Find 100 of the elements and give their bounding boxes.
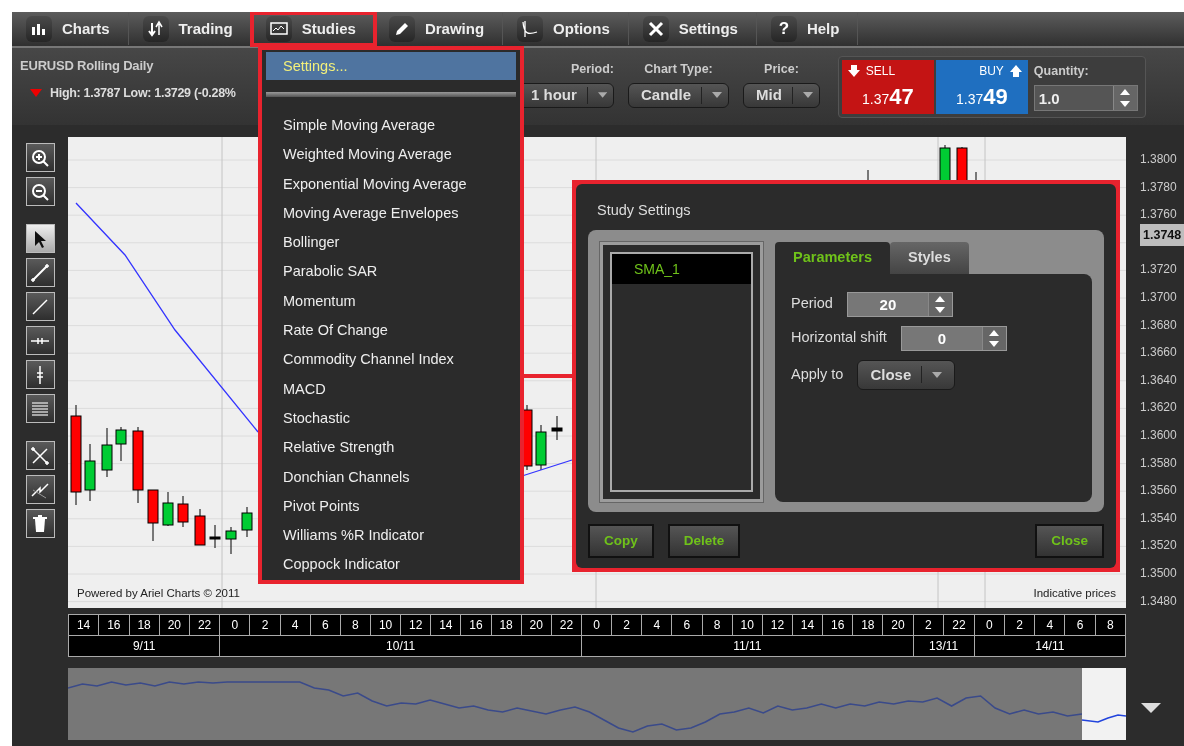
toolbar-tab[interactable]: ? Help bbox=[756, 13, 859, 45]
axis-label: 1.3660 bbox=[1139, 344, 1178, 362]
menu-item[interactable]: Coppock Indicator bbox=[266, 550, 516, 580]
hour-label: 16 bbox=[461, 615, 492, 635]
number-spinner[interactable]: 20 bbox=[846, 291, 953, 317]
caret-icon bbox=[932, 371, 943, 378]
help-icon: ? bbox=[770, 16, 797, 42]
hour-label: 8 bbox=[702, 615, 733, 635]
down-arrow-icon bbox=[847, 65, 860, 77]
menu-item[interactable]: Settings... bbox=[266, 52, 516, 80]
hour-label: 22 bbox=[951, 617, 967, 634]
hour-label: 6 bbox=[310, 615, 341, 635]
dropdown[interactable]: Mid bbox=[743, 82, 820, 108]
dropdown[interactable]: Candle bbox=[628, 82, 729, 108]
tool-button[interactable] bbox=[25, 475, 55, 504]
tool-button[interactable] bbox=[25, 394, 55, 423]
axis-label: 1.3580 bbox=[1139, 454, 1178, 472]
tool-button[interactable] bbox=[25, 224, 55, 253]
hour-label: 10 bbox=[732, 615, 763, 635]
price-summary: High: 1.3787 Low: 1.3729 (-0.28% bbox=[50, 84, 236, 102]
hour-label: 2 bbox=[250, 615, 281, 635]
down-arrow-icon[interactable] bbox=[989, 341, 1000, 347]
hour-label: 2 bbox=[612, 615, 643, 635]
menu-item[interactable]: Bollinger bbox=[266, 228, 516, 258]
menu-item[interactable]: Moving Average Envelopes bbox=[266, 198, 516, 229]
dialog-button[interactable]: Delete bbox=[667, 524, 741, 558]
tool-button[interactable] bbox=[25, 441, 55, 470]
menu-item[interactable]: Rate Of Change bbox=[266, 316, 516, 346]
toolbar-tab[interactable]: Drawing bbox=[374, 13, 504, 45]
menu-item[interactable]: Pivot Points bbox=[266, 491, 516, 522]
tool-button[interactable] bbox=[25, 177, 55, 206]
sell-button[interactable]: SELL 1.3747 bbox=[841, 60, 934, 114]
curve-icon bbox=[521, 20, 540, 38]
candlestick bbox=[162, 491, 174, 527]
menu-item[interactable]: Williams %R Indicator bbox=[266, 521, 516, 551]
indicative-note: Indicative prices bbox=[1033, 585, 1116, 601]
buy-button[interactable]: BUY 1.3749 bbox=[935, 60, 1028, 114]
candlestick bbox=[241, 506, 253, 538]
axis-label: 1.3560 bbox=[1139, 482, 1178, 500]
dialog-button[interactable]: Copy bbox=[588, 524, 654, 558]
up-arrow-icon[interactable] bbox=[935, 295, 946, 302]
tool-button[interactable] bbox=[25, 360, 55, 389]
menu-item[interactable]: Relative Strength bbox=[266, 433, 516, 463]
toolbar-tab[interactable]: Settings bbox=[628, 13, 757, 45]
tool-button[interactable] bbox=[25, 326, 55, 355]
dropdown[interactable]: Close bbox=[857, 359, 956, 390]
dropdown-arrow-icon[interactable] bbox=[1140, 702, 1162, 714]
menu-item[interactable]: MACD bbox=[266, 374, 516, 404]
candlestick bbox=[225, 526, 237, 555]
hour-label: 4 bbox=[1035, 615, 1066, 635]
horizontal-line-icon bbox=[30, 336, 50, 345]
hour-label: 0 bbox=[974, 615, 1005, 635]
hour-label: 8 bbox=[1106, 617, 1115, 634]
quantity-field[interactable]: 1.0 bbox=[1033, 84, 1138, 111]
date-label: 13/11 bbox=[928, 638, 960, 655]
hour-label: 10 bbox=[371, 615, 402, 635]
menu-item[interactable]: Donchian Channels bbox=[266, 462, 516, 492]
credit-text: Powered by Ariel Charts © 2011 bbox=[77, 585, 240, 601]
dialog-button[interactable]: Close bbox=[1035, 524, 1104, 558]
up-arrow-icon[interactable] bbox=[1120, 88, 1131, 95]
axis-label: 1.3520 bbox=[1139, 537, 1178, 555]
navigator-drawing[interactable] bbox=[68, 668, 1126, 740]
toolbar-tab[interactable]: Trading bbox=[128, 13, 252, 45]
hour-label: 18 bbox=[853, 615, 884, 635]
up-arrow-icon[interactable] bbox=[989, 329, 1000, 336]
number-spinner[interactable]: 0 bbox=[900, 325, 1007, 351]
hour-label: 18 bbox=[129, 615, 160, 635]
tab[interactable]: Parameters bbox=[775, 241, 890, 274]
menu-item[interactable]: Exponential Moving Average bbox=[266, 169, 516, 199]
menu-item[interactable]: Weighted Moving Average bbox=[266, 140, 516, 170]
tool-button[interactable] bbox=[25, 509, 55, 538]
study-list-item[interactable]: SMA_1 bbox=[612, 253, 751, 284]
vertical-line-icon bbox=[36, 364, 44, 385]
menu-item[interactable]: Commodity Channel Index bbox=[266, 345, 516, 375]
menu-item[interactable]: Momentum bbox=[266, 286, 516, 317]
down-arrow-icon[interactable] bbox=[1120, 100, 1131, 107]
menu-item[interactable]: Stochastic bbox=[266, 403, 516, 434]
hour-label: 2 bbox=[1004, 615, 1036, 635]
hour-label: 20 bbox=[159, 615, 190, 635]
toolbar-tab[interactable]: Charts bbox=[12, 13, 129, 45]
axis-label: 1.3480 bbox=[1139, 592, 1178, 610]
axis-label: 1.3640 bbox=[1139, 371, 1178, 389]
axis-label: 1.3620 bbox=[1139, 399, 1178, 417]
hour-label: 8 bbox=[340, 615, 371, 635]
axis-label: 1.3600 bbox=[1139, 426, 1178, 444]
toolbar-tab[interactable]: Options bbox=[503, 13, 629, 45]
selector-label: Price: bbox=[764, 61, 799, 78]
menu-item[interactable]: Parabolic SAR bbox=[266, 257, 516, 287]
hour-label: 12 bbox=[401, 615, 432, 635]
candlestick bbox=[101, 427, 113, 478]
tool-button[interactable] bbox=[25, 292, 55, 321]
caret-icon bbox=[802, 92, 813, 99]
tab[interactable]: Styles bbox=[890, 241, 969, 274]
menu-item[interactable]: Simple Moving Average bbox=[266, 111, 516, 141]
tool-button[interactable] bbox=[25, 143, 55, 172]
hour-label: 14 bbox=[431, 615, 462, 635]
hour-label: 12 bbox=[762, 615, 793, 635]
tool-button[interactable] bbox=[25, 258, 55, 287]
toolbar-tab[interactable]: Studies bbox=[251, 13, 375, 45]
down-arrow-icon[interactable] bbox=[935, 307, 946, 313]
